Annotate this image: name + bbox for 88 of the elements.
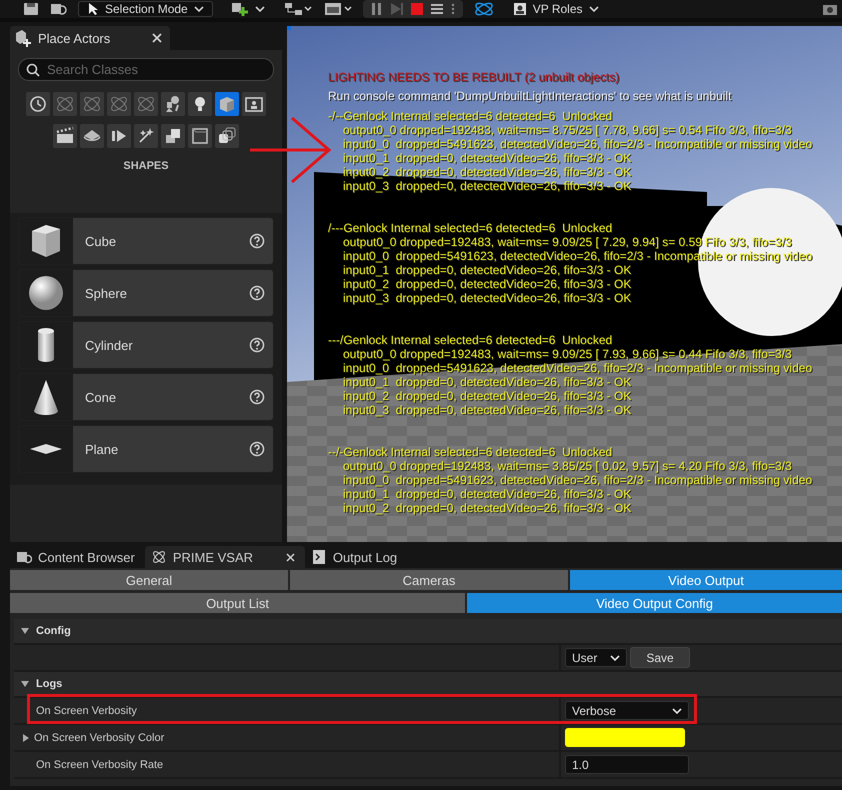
- sphere-icon: [26, 273, 66, 313]
- stats-line: input0_2 dropped=0, detectedVideo=26, fifo=3/3 - OK: [342, 277, 632, 291]
- category-button[interactable]: [188, 92, 212, 116]
- stats-line: input0_1 dropped=0, detectedVideo=26, fifo=3/3 - OK: [342, 151, 632, 165]
- category-button[interactable]: [242, 92, 266, 116]
- vp-roles-dropdown[interactable]: VP Roles: [504, 1, 607, 17]
- search-field[interactable]: Search Classes: [18, 58, 274, 81]
- actor-icon: [14, 29, 32, 47]
- stats-line: input0_0 dropped=5491623, detectedVideo=26, fifo=2/3 - Incompatible or missing video: [342, 473, 814, 487]
- verbosity-dropdown[interactable]: Verbose: [565, 701, 689, 720]
- stats-line: output0_0 dropped=192483, wait=ms= 9.09/25 [ 7.29, 9.94] s= 0.59 Fifo 3/3, fifo=3/3: [342, 235, 793, 249]
- selection-mode-dropdown[interactable]: Selection Mode: [78, 1, 213, 17]
- stats-line: input0_0 dropped=5491623, detectedVideo=26, fifo=2/3 - Incompatible or missing video: [342, 137, 814, 151]
- caret-icon: [588, 5, 599, 13]
- caret-icon: [672, 706, 682, 714]
- atom-icon[interactable]: [472, 1, 495, 17]
- stats-line: output0_0 dropped=192483, wait=ms= 3.85/25 [ 0.02, 9.57] s= 4.20 Fifo 3/3, fifo=3/3: [342, 459, 793, 473]
- stats-line: input0_0 dropped=5491623, detectedVideo=26, fifo=2/3 - Incompatible or missing video: [342, 361, 814, 375]
- category-button[interactable]: [134, 124, 158, 148]
- property-label: On Screen Verbosity Color: [34, 732, 164, 744]
- tab[interactable]: Video Output: [570, 570, 842, 590]
- genlock-header: ---/Genlock Internal selected=6 detected=6 Unlocked: [328, 333, 614, 347]
- genlock-header: --/-Genlock Internal selected=6 detected=6 Unlocked: [328, 445, 614, 459]
- terminal-icon: [310, 549, 327, 565]
- stats-line: input0_3 dropped=0, detectedVideo=26, fifo=3/3 - OK: [342, 403, 632, 417]
- tab[interactable]: Cameras: [290, 570, 568, 590]
- section-header[interactable]: Logs: [14, 672, 842, 698]
- number-field[interactable]: 1.0: [565, 755, 689, 774]
- help-icon[interactable]: [249, 285, 265, 301]
- help-icon[interactable]: [249, 389, 265, 405]
- close-icon[interactable]: [286, 552, 295, 562]
- genlock-header: /---Genlock Internal selected=6 detected=6 Unlocked: [328, 221, 614, 235]
- save-icon[interactable]: [22, 1, 40, 17]
- shape-item[interactable]: Cylinder: [18, 321, 274, 369]
- triangle-icon[interactable]: [22, 732, 30, 742]
- shape-item[interactable]: Sphere: [18, 269, 274, 317]
- panel-tab[interactable]: Place Actors: [10, 26, 170, 50]
- shape-item[interactable]: Plane: [18, 425, 274, 473]
- stats-line: input0_2 dropped=0, detectedVideo=26, fifo=3/3 - OK: [342, 389, 632, 403]
- category-button[interactable]: [26, 92, 50, 116]
- stats-line: input0_1 dropped=0, detectedVideo=26, fifo=3/3 - OK: [342, 375, 632, 389]
- stats-line: input0_3 dropped=0, detectedVideo=26, fifo=3/3 - OK: [342, 291, 632, 305]
- section-header[interactable]: Config: [14, 619, 842, 645]
- section-title: SHAPES: [122, 160, 170, 172]
- shape-item[interactable]: Cone: [18, 373, 274, 421]
- search-icon: [26, 63, 40, 77]
- plane-icon: [30, 444, 62, 454]
- stop-icon[interactable]: [408, 1, 425, 17]
- person-icon: [512, 2, 527, 16]
- help-icon[interactable]: [249, 337, 265, 353]
- plus-icon: [230, 1, 249, 17]
- save-button[interactable]: Save: [630, 647, 690, 668]
- category-button[interactable]: [161, 92, 185, 116]
- shape-item[interactable]: Cube: [18, 217, 274, 265]
- tab[interactable]: General: [10, 570, 288, 590]
- stats-line: input0_1 dropped=0, detectedVideo=26, fifo=3/3 - OK: [342, 487, 632, 501]
- category-button[interactable]: [107, 124, 131, 148]
- genlock-header: -/--Genlock Internal selected=6 detected=6 Unlocked: [328, 109, 614, 123]
- tab[interactable]: Video Output Config: [467, 593, 842, 613]
- menu-icon[interactable]: [428, 1, 445, 17]
- help-icon[interactable]: [249, 441, 265, 457]
- panel-tab[interactable]: PRIME VSAR: [144, 546, 305, 568]
- lighting-warning: LIGHTING NEEDS TO BE REBUILT (2 unbuilt objects): [328, 70, 620, 84]
- category-button[interactable]: [161, 124, 185, 148]
- console-hint: Run console command 'DumpUnbuiltLightInteractions' to see what is unbuilt: [328, 89, 732, 103]
- panel-tab[interactable]: Content Browser: [10, 546, 145, 568]
- category-button[interactable]: [215, 124, 239, 148]
- stats-line: output0_0 dropped=192483, wait=ms= 8.75/25 [ 7.78, 9.66] s= 0.54 Fifo 3/3, fifo=3/3: [342, 123, 793, 137]
- property-label: On Screen Verbosity Rate: [36, 758, 164, 770]
- panel-tab[interactable]: Output Log: [304, 546, 408, 568]
- close-icon[interactable]: [152, 33, 162, 43]
- category-button[interactable]: [53, 124, 77, 148]
- atom-icon: [150, 549, 167, 565]
- caret-icon: [194, 5, 204, 13]
- triangle-icon: [20, 627, 30, 635]
- category-button[interactable]: [188, 124, 212, 148]
- stats-line: input0_2 dropped=0, detectedVideo=26, fifo=3/3 - OK: [342, 501, 632, 515]
- property-label: On Screen Verbosity: [36, 704, 137, 716]
- tab[interactable]: Output List: [10, 593, 465, 613]
- cursor-icon: [87, 2, 99, 16]
- category-button[interactable]: [80, 124, 104, 148]
- triangle-icon: [20, 680, 30, 688]
- caret-icon: [610, 654, 620, 662]
- caret-icon: [254, 5, 265, 13]
- color-swatch[interactable]: [565, 728, 685, 747]
- preset-dropdown[interactable]: User: [565, 648, 627, 667]
- help-icon[interactable]: [249, 233, 265, 249]
- stats-line: input0_1 dropped=0, detectedVideo=26, fifo=3/3 - OK: [342, 263, 632, 277]
